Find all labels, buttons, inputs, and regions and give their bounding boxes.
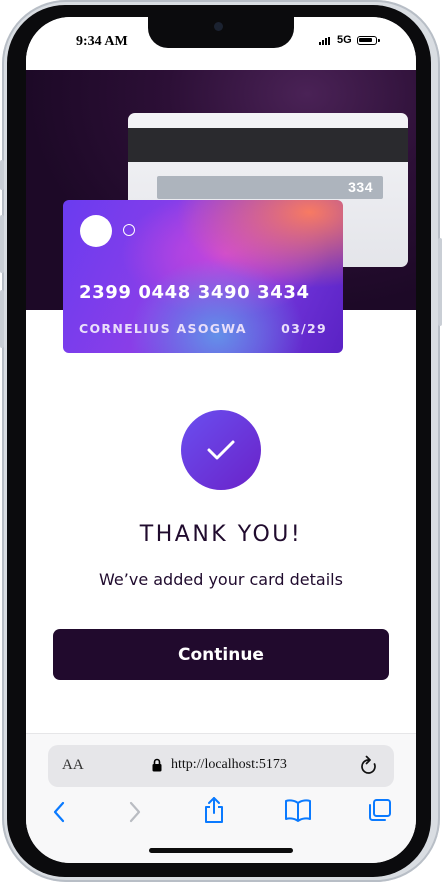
reload-icon[interactable] (359, 755, 379, 777)
notch (148, 17, 294, 48)
card-front: 2399 0448 3490 3434 CORNELIUS ASOGWA 03/… (63, 200, 343, 353)
forward-icon (129, 801, 141, 823)
tabs-icon[interactable] (368, 798, 392, 822)
continue-button[interactable]: Continue (53, 629, 389, 680)
silent-switch (0, 160, 4, 190)
status-bar: 9:34 AM 5G (26, 17, 416, 69)
power-button (438, 238, 442, 326)
home-indicator (149, 848, 293, 853)
battery-icon (357, 36, 380, 45)
network-type: 5G (337, 34, 352, 46)
card-logo-ring-icon (123, 224, 135, 236)
confirmation-message: We’ve added your card details (99, 570, 343, 589)
magnetic-stripe (128, 128, 408, 162)
share-icon[interactable] (202, 796, 226, 824)
card-expiry: 03/29 (281, 321, 327, 336)
safari-browser-bar: AA http://localhost:5173 (26, 733, 416, 863)
lock-icon (152, 758, 162, 772)
screen: 9:34 AM 5G 334 2399 0448 3490 3434 CORNE… (26, 17, 416, 863)
volume-down-button (0, 290, 4, 348)
back-icon[interactable] (52, 800, 66, 824)
front-camera (214, 22, 223, 31)
thank-you-title: THANK YOU! (139, 522, 303, 547)
url-text[interactable]: http://localhost:5173 (171, 757, 287, 773)
card-cvv: 334 (157, 176, 383, 199)
signal-icon (319, 37, 330, 45)
text-size-button[interactable]: AA (62, 757, 84, 774)
volume-up-button (0, 215, 4, 273)
status-time: 9:34 AM (76, 34, 128, 49)
card-holder-name: CORNELIUS ASOGWA (79, 321, 247, 336)
card-number: 2399 0448 3490 3434 (79, 282, 310, 303)
bookmarks-icon[interactable] (284, 798, 312, 822)
success-check-icon (181, 410, 261, 490)
card-logo-circle-icon (80, 215, 112, 247)
safari-toolbar (26, 797, 416, 830)
address-bar[interactable]: AA http://localhost:5173 (48, 745, 394, 787)
